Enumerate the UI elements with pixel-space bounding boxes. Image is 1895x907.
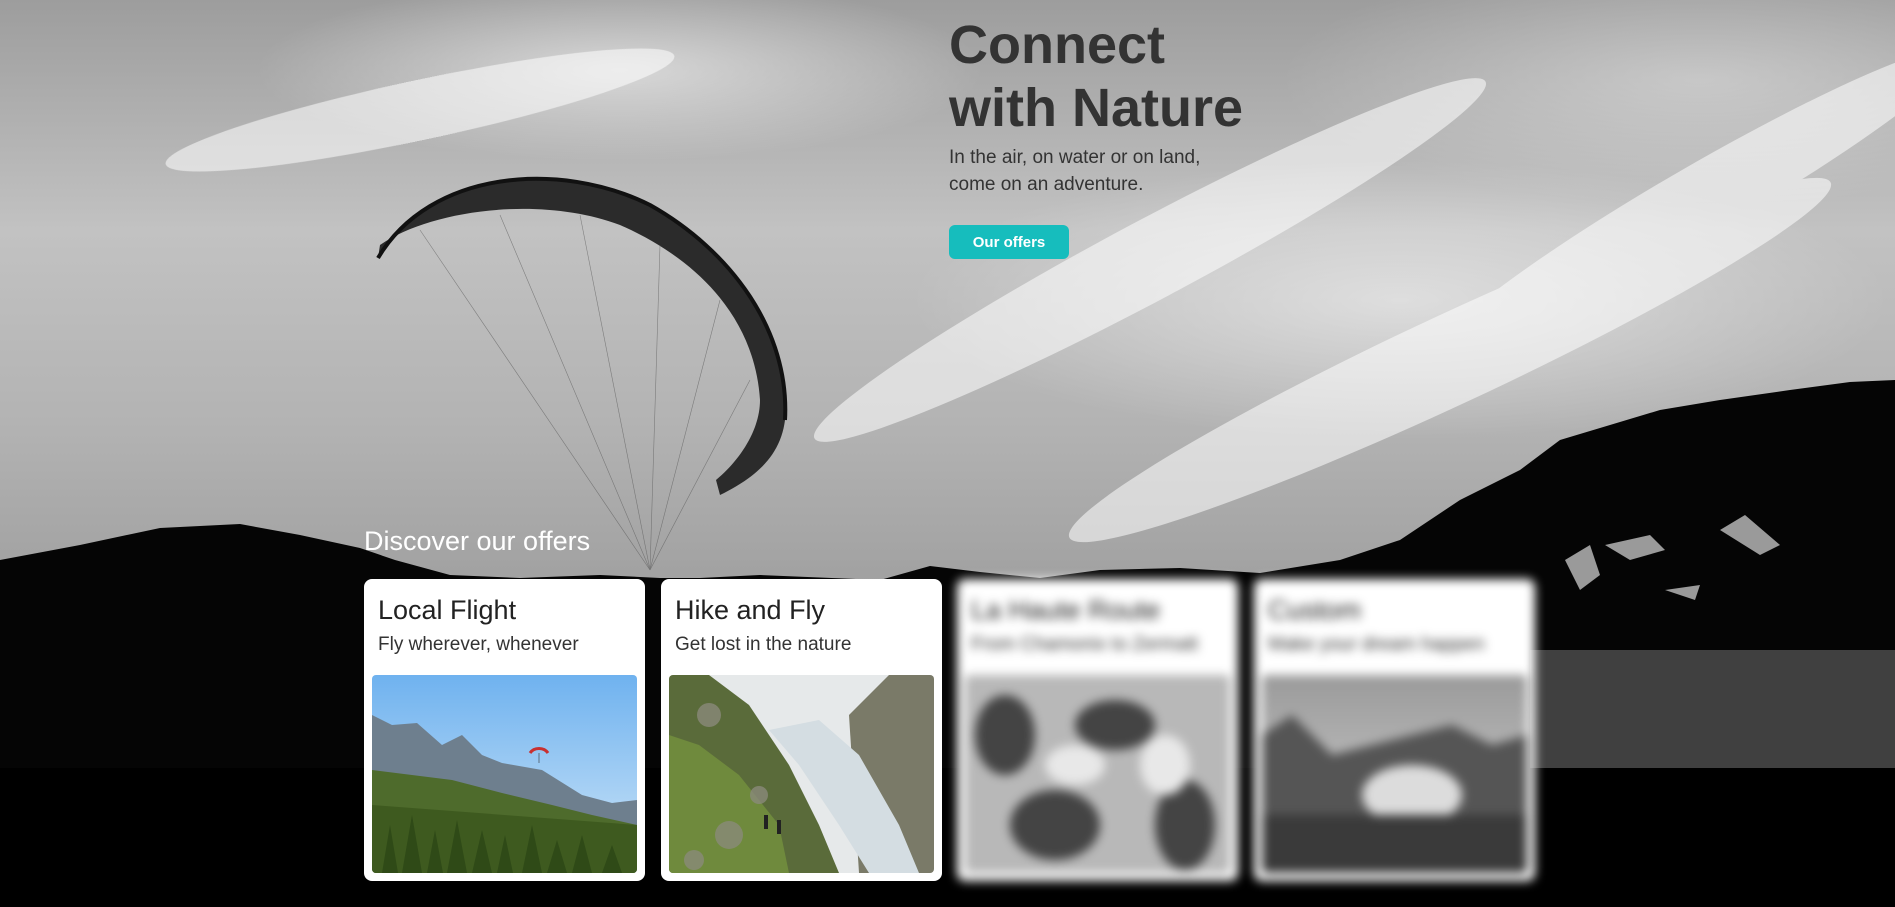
- hero-subtitle: In the air, on water or on land, come on…: [949, 144, 1239, 198]
- card-image-la-haute-route: [965, 675, 1230, 873]
- card-title: La Haute Route: [971, 595, 1161, 625]
- paraglider-canopy: [376, 176, 788, 571]
- card-image-hike-and-fly: [669, 675, 934, 873]
- card-title: Custom: [1268, 595, 1362, 625]
- offer-card-custom[interactable]: Custom Make your dream happen: [1254, 579, 1535, 881]
- offers-heading: Discover our offers: [364, 526, 591, 556]
- card-title: Local Flight: [378, 595, 517, 625]
- card-subtitle: Get lost in the nature: [675, 634, 852, 655]
- hero-subtitle-line1: In the air, on water or on land,: [949, 147, 1201, 168]
- card-subtitle: Make your dream happen: [1268, 634, 1485, 655]
- hero-section: Connect with Nature In the air, on water…: [949, 14, 1279, 198]
- hero-title: Connect with Nature: [949, 14, 1279, 140]
- card-image-local-flight: [372, 675, 637, 873]
- hero-title-line2: with Nature: [949, 78, 1244, 138]
- card-subtitle: From Chamonix to Zermatt: [971, 634, 1198, 655]
- card-image-custom: [1262, 675, 1527, 873]
- hero-title-line1: Connect: [949, 15, 1165, 75]
- card-title: Hike and Fly: [675, 595, 826, 625]
- card-subtitle: Fly wherever, whenever: [378, 634, 579, 655]
- hero-subtitle-line2: come on an adventure.: [949, 174, 1144, 195]
- offer-card-local-flight[interactable]: Local Flight Fly wherever, whenever: [364, 579, 645, 881]
- hero-background-image: [0, 0, 1895, 768]
- offer-card-la-haute-route[interactable]: La Haute Route From Chamonix to Zermatt: [957, 579, 1238, 881]
- offer-card-hike-and-fly[interactable]: Hike and Fly Get lost in the nature: [661, 579, 942, 881]
- our-offers-button[interactable]: Our offers: [949, 225, 1069, 259]
